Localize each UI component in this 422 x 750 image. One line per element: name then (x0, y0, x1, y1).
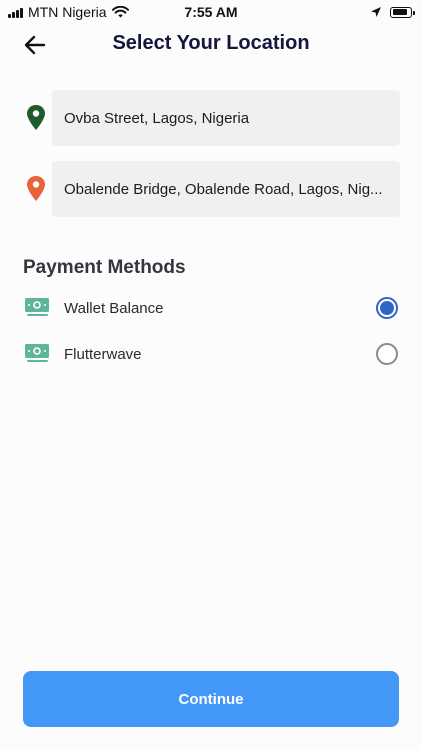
continue-button[interactable]: Continue (23, 671, 399, 727)
page-title: Select Your Location (112, 32, 310, 54)
radio-button-selected[interactable] (376, 297, 398, 319)
payment-option-wallet-balance[interactable]: Wallet Balance (24, 291, 398, 325)
cash-icon (25, 344, 49, 362)
payment-option-label: Wallet Balance (64, 299, 164, 317)
status-bar: MTN Nigeria 7:55 AM (0, 0, 422, 24)
destination-location-input[interactable]: Obalende Bridge, Obalende Road, Lagos, N… (52, 161, 400, 217)
radio-button-unselected[interactable] (376, 343, 398, 365)
pickup-location-row: Ovba Street, Lagos, Nigeria (24, 90, 400, 146)
destination-pin-icon (27, 176, 45, 201)
cash-icon (25, 298, 49, 316)
pickup-location-input[interactable]: Ovba Street, Lagos, Nigeria (52, 90, 400, 146)
pickup-pin-icon (27, 105, 45, 130)
status-time: 7:55 AM (184, 4, 238, 20)
payment-option-label: Flutterwave (64, 345, 142, 363)
payment-option-flutterwave[interactable]: Flutterwave (24, 337, 398, 371)
payment-methods-title: Payment Methods (23, 257, 186, 278)
header: Select Your Location (0, 28, 422, 62)
battery-icon (390, 6, 415, 18)
destination-location-row: Obalende Bridge, Obalende Road, Lagos, N… (24, 161, 400, 217)
